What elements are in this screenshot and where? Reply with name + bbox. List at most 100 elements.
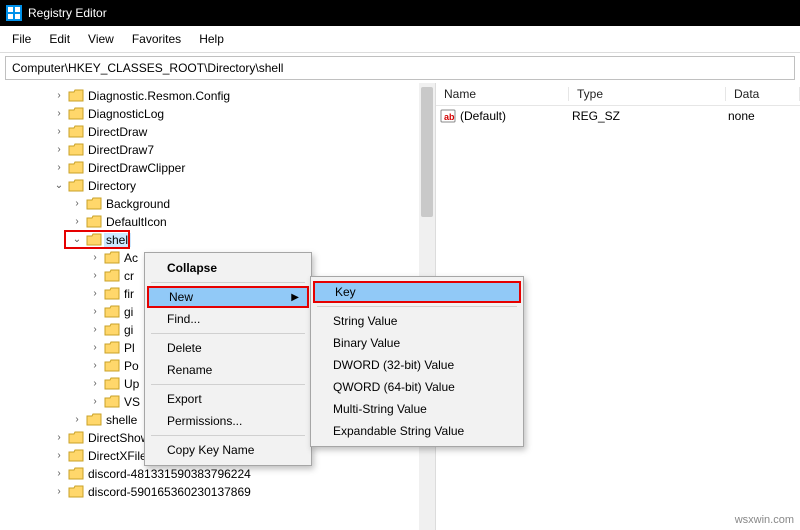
chevron-icon[interactable]: ›	[88, 395, 102, 409]
value-row-default[interactable]: ab (Default) REG_SZ none	[436, 106, 800, 126]
tree-item-label: Directory	[86, 179, 136, 193]
ctx-new-dword[interactable]: DWORD (32-bit) Value	[313, 354, 521, 376]
watermark: wsxwin.com	[735, 514, 794, 526]
folder-icon	[68, 143, 84, 157]
value-name: (Default)	[460, 109, 506, 123]
menu-favorites[interactable]: Favorites	[124, 30, 189, 48]
tree-item[interactable]: ›Diagnostic.Resmon.Config	[4, 87, 435, 105]
address-bar[interactable]: Computer\HKEY_CLASSES_ROOT\Directory\she…	[5, 56, 795, 80]
ctx-new-qword[interactable]: QWORD (64-bit) Value	[313, 376, 521, 398]
chevron-icon[interactable]: ›	[52, 125, 66, 139]
folder-icon	[68, 107, 84, 121]
ctx-new-binary[interactable]: Binary Value	[313, 332, 521, 354]
ctx-rename[interactable]: Rename	[147, 359, 309, 381]
ctx-permissions[interactable]: Permissions...	[147, 410, 309, 432]
menu-file[interactable]: File	[4, 30, 39, 48]
tree-item[interactable]: ›DirectDraw	[4, 123, 435, 141]
folder-icon	[68, 431, 84, 445]
tree-scroll-thumb[interactable]	[421, 87, 433, 217]
chevron-icon[interactable]: ›	[88, 251, 102, 265]
ctx-export[interactable]: Export	[147, 388, 309, 410]
tree-item-label: fir	[122, 287, 134, 301]
tree-item-shell[interactable]: ⌄shell	[4, 231, 435, 249]
tree-item-label: discord-590165360230137869	[86, 485, 251, 499]
menu-help[interactable]: Help	[191, 30, 232, 48]
value-type: REG_SZ	[564, 109, 720, 123]
ctx-new-expandable-string[interactable]: Expandable String Value	[313, 420, 521, 442]
tree-item[interactable]: › DirectDraw7	[4, 141, 435, 159]
column-name[interactable]: Name	[436, 87, 569, 101]
chevron-icon[interactable]: ›	[52, 449, 66, 463]
tree-item-directory[interactable]: ⌄ Directory	[4, 177, 435, 195]
ctx-find[interactable]: Find...	[147, 308, 309, 330]
column-type[interactable]: Type	[569, 87, 726, 101]
chevron-icon[interactable]: ›	[52, 143, 66, 157]
chevron-icon[interactable]: ›	[88, 305, 102, 319]
chevron-icon[interactable]: ›	[88, 269, 102, 283]
column-data[interactable]: Data	[726, 87, 800, 101]
chevron-icon[interactable]: ›	[52, 89, 66, 103]
ctx-collapse[interactable]: Collapse	[147, 257, 309, 279]
svg-text:ab: ab	[444, 112, 455, 122]
folder-icon	[104, 323, 120, 337]
chevron-icon[interactable]: ›	[70, 215, 84, 229]
ctx-copy-key-name[interactable]: Copy Key Name	[147, 439, 309, 461]
folder-icon	[104, 269, 120, 283]
folder-icon	[104, 395, 120, 409]
chevron-icon[interactable]: ›	[70, 413, 84, 427]
tree-item[interactable]: › discord-590165360230137869	[4, 483, 435, 501]
tree-item-label: DirectDraw7	[86, 143, 154, 157]
ctx-separator	[317, 306, 517, 307]
registry-editor-icon	[6, 5, 22, 21]
tree-item[interactable]: ›discord-481331590383796224	[4, 465, 435, 483]
chevron-icon[interactable]: ›	[88, 377, 102, 391]
tree-item-label: gi	[122, 323, 133, 337]
chevron-icon[interactable]: ›	[52, 107, 66, 121]
value-data: none	[720, 109, 800, 123]
tree-item-label: DiagnosticLog	[86, 107, 164, 121]
chevron-icon[interactable]: ›	[52, 485, 66, 499]
folder-icon	[104, 377, 120, 391]
tree-item[interactable]: ›Background	[4, 195, 435, 213]
tree-item[interactable]: ›DefaultIcon	[4, 213, 435, 231]
submenu-arrow-icon: ▶	[291, 292, 299, 303]
chevron-icon[interactable]: ›	[88, 287, 102, 301]
chevron-icon[interactable]: ›	[70, 197, 84, 211]
folder-icon	[68, 467, 84, 481]
menu-edit[interactable]: Edit	[41, 30, 78, 48]
ctx-new-multi-string[interactable]: Multi-String Value	[313, 398, 521, 420]
tree-item-label: DirectDrawClipper	[86, 161, 185, 175]
tree-item-label: DirectShow	[86, 431, 149, 445]
tree-item-label: VS	[122, 395, 140, 409]
window-title: Registry Editor	[28, 6, 107, 20]
ctx-new-key[interactable]: Key	[313, 281, 521, 303]
titlebar: Registry Editor	[0, 0, 800, 26]
context-submenu-new: Key String Value Binary Value DWORD (32-…	[310, 276, 524, 447]
menu-view[interactable]: View	[80, 30, 122, 48]
ctx-separator	[151, 282, 305, 283]
folder-icon	[68, 179, 84, 193]
folder-icon	[104, 341, 120, 355]
chevron-icon[interactable]: ›	[52, 467, 66, 481]
tree-item-label: Ac	[122, 251, 138, 265]
chevron-icon[interactable]: ›	[88, 323, 102, 337]
ctx-delete[interactable]: Delete	[147, 337, 309, 359]
ctx-new[interactable]: New ▶	[147, 286, 309, 308]
tree-item[interactable]: › DirectDrawClipper	[4, 159, 435, 177]
chevron-icon[interactable]: ⌄	[52, 179, 66, 193]
folder-icon	[86, 215, 102, 229]
folder-icon	[104, 287, 120, 301]
values-header: Name Type Data	[436, 83, 800, 106]
chevron-icon[interactable]: ›	[88, 341, 102, 355]
chevron-icon[interactable]: ›	[52, 431, 66, 445]
folder-icon	[68, 89, 84, 103]
folder-icon	[104, 251, 120, 265]
tree-item-label: cr	[122, 269, 134, 283]
ctx-new-string[interactable]: String Value	[313, 310, 521, 332]
context-menu: Collapse New ▶ Find... Delete Rename Exp…	[144, 252, 312, 466]
chevron-icon[interactable]: ›	[52, 161, 66, 175]
folder-icon	[104, 305, 120, 319]
chevron-icon[interactable]: ›	[88, 359, 102, 373]
tree-item[interactable]: › DiagnosticLog	[4, 105, 435, 123]
tree-item-label: Up	[122, 377, 139, 391]
